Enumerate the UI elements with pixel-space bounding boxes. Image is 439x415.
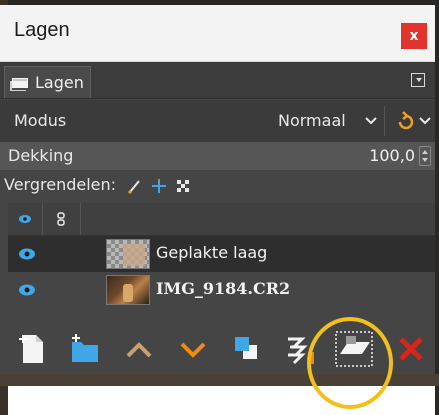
mode-select[interactable]: Normaal [272, 106, 382, 136]
layer-thumbnail [106, 275, 150, 305]
layers-stack-icon [10, 78, 28, 91]
lock-alpha-icon[interactable] [174, 177, 192, 195]
tab-menu-icon[interactable] [411, 73, 425, 87]
undo-arrow-icon [398, 111, 431, 130]
annotation-highlight-circle [307, 317, 393, 409]
lock-label: Vergrendelen: [4, 175, 117, 194]
layer-name[interactable]: IMG_9184.CR2 [156, 279, 290, 298]
new-layer-icon[interactable] [16, 332, 50, 366]
window-titlebar[interactable]: Lagen x [0, 5, 435, 62]
opacity-spin-button[interactable] [419, 146, 431, 166]
eye-icon[interactable] [18, 283, 36, 297]
duplicate-layer-icon[interactable] [230, 332, 264, 366]
dock-tabbar: Lagen [0, 62, 435, 99]
layer-thumbnail [106, 239, 150, 269]
layer-list-header [8, 203, 435, 236]
mode-value: Normaal [278, 111, 346, 130]
composite-mode-button[interactable] [390, 106, 435, 136]
tab-label: Lagen [35, 73, 84, 92]
eye-column-icon[interactable] [18, 214, 32, 224]
layer-name[interactable]: Geplakte laag [156, 243, 267, 262]
header-separator [80, 203, 81, 235]
chevron-down-icon [365, 117, 377, 125]
opacity-label: Dekking [8, 146, 74, 165]
mode-row: Modus Normaal [0, 100, 435, 142]
layer-list-empty-area [8, 308, 435, 324]
new-layer-group-icon[interactable] [68, 332, 102, 366]
chain-column-icon[interactable] [56, 212, 66, 226]
opacity-row[interactable]: Dekking 100,0 [0, 142, 435, 170]
lock-row: Vergrendelen: [0, 171, 435, 201]
opacity-value: 100,0 [369, 146, 415, 165]
mode-separator [384, 106, 385, 136]
eye-icon[interactable] [18, 247, 36, 261]
layer-row[interactable]: IMG_9184.CR2 [8, 272, 435, 308]
background-strip-right [435, 0, 439, 415]
raise-layer-icon[interactable] [122, 332, 156, 366]
tab-lagen[interactable]: Lagen [4, 66, 91, 98]
delete-layer-icon[interactable] [394, 332, 428, 366]
close-button[interactable]: x [401, 23, 427, 49]
lower-layer-icon[interactable] [176, 332, 210, 366]
mode-label: Modus [14, 111, 67, 130]
lock-pixels-icon[interactable] [126, 177, 144, 195]
lock-position-icon[interactable] [150, 177, 168, 195]
header-separator [42, 203, 43, 235]
window-title: Lagen [14, 19, 70, 41]
layer-row[interactable]: Geplakte laag [8, 236, 435, 272]
